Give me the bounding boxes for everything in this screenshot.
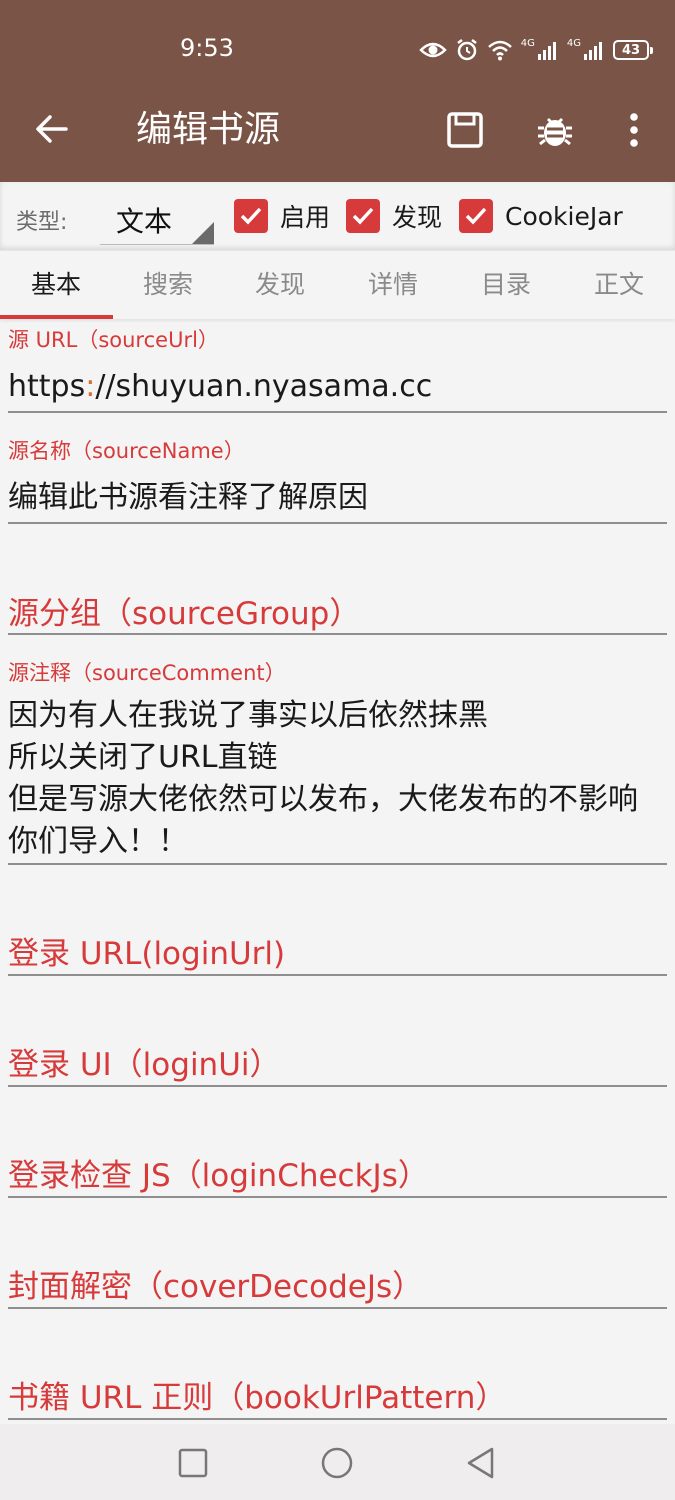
checkbox-explore[interactable]: 发现: [346, 198, 442, 234]
source-group-field[interactable]: 源分组（sourceGroup）: [8, 540, 667, 636]
login-ui-underline: [8, 1085, 667, 1087]
dropdown-arrow-icon: [192, 222, 214, 244]
save-icon[interactable]: [445, 110, 485, 150]
page-title: 编辑书源: [136, 109, 281, 150]
status-icons: 4G 4G 43: [418, 36, 653, 64]
source-url-field[interactable]: 源 URL（sourceUrl） https://shuyuan.nyasama…: [8, 318, 667, 414]
source-url-scheme: https: [8, 369, 86, 404]
checkbox-enabled-label: 启用: [280, 203, 331, 232]
book-url-pattern-underline: [8, 1418, 667, 1420]
login-check-js-field[interactable]: 登录检查 JS（loginCheckJs）: [8, 1100, 667, 1198]
source-url-host: //shuyuan.nyasama.cc: [95, 369, 433, 404]
back-triangle-icon[interactable]: [464, 1446, 498, 1480]
checkbox-checked-icon: [346, 199, 380, 233]
login-check-js-label: 登录检查 JS（loginCheckJs）: [8, 1158, 429, 1194]
source-comment-underline: [8, 863, 667, 865]
tab-basic[interactable]: 基本: [0, 251, 112, 319]
book-url-pattern-field[interactable]: 书籍 URL 正则（bookUrlPattern）: [8, 1322, 667, 1422]
tab-explore[interactable]: 发现: [224, 251, 336, 319]
source-group-underline: [8, 633, 667, 635]
login-ui-label: 登录 UI（loginUi）: [8, 1047, 281, 1083]
login-url-field[interactable]: 登录 URL(loginUrl): [8, 878, 667, 976]
source-url-colon: :: [85, 369, 96, 404]
recents-square-icon[interactable]: [176, 1446, 210, 1480]
source-url-label: 源 URL（sourceUrl）: [8, 328, 219, 352]
type-row: 类型: 文本 启用 发现 CookieJar: [0, 182, 675, 250]
login-url-label: 登录 URL(loginUrl): [8, 936, 286, 972]
alarm-icon: [457, 39, 477, 61]
type-dropdown[interactable]: 文本: [100, 196, 214, 245]
signal-icon-1: [537, 42, 556, 60]
login-url-underline: [8, 974, 667, 976]
checkbox-enabled[interactable]: 启用: [234, 198, 330, 234]
form-content: 源 URL（sourceUrl） https://shuyuan.nyasama…: [0, 318, 675, 1424]
checkbox-cookiejar[interactable]: CookieJar: [459, 198, 623, 234]
cover-decode-js-underline: [8, 1307, 667, 1309]
bug-icon[interactable]: [535, 110, 575, 150]
tab-search[interactable]: 搜索: [112, 251, 224, 319]
signal-icon-2: [584, 42, 602, 60]
source-name-field[interactable]: 源名称（sourceName） 编辑此书源看注释了解原因: [8, 429, 667, 525]
battery-level: 43: [621, 42, 641, 58]
login-ui-field[interactable]: 登录 UI（loginUi）: [8, 989, 667, 1087]
home-circle-icon[interactable]: [320, 1446, 354, 1480]
network-type-1: 4G: [520, 38, 535, 49]
more-vert-icon[interactable]: [614, 110, 654, 150]
source-name-value[interactable]: 编辑此书源看注释了解原因: [8, 477, 368, 519]
app-screen: 9:53 4G 4G 43 编辑书源 类型: 文本 启用 发现 CookieJa…: [0, 0, 675, 1500]
back-arrow-icon[interactable]: [34, 111, 70, 147]
cover-decode-js-field[interactable]: 封面解密（coverDecodeJs）: [8, 1211, 667, 1309]
book-url-pattern-label: 书籍 URL 正则（bookUrlPattern）: [8, 1380, 507, 1416]
status-bar: 9:53 4G 4G 43: [0, 0, 675, 100]
cover-decode-js-label: 封面解密（coverDecodeJs）: [8, 1269, 424, 1305]
source-group-label: 源分组（sourceGroup）: [8, 596, 361, 632]
checkbox-checked-icon: [459, 199, 493, 233]
source-url-value[interactable]: https://shuyuan.nyasama.cc: [8, 366, 432, 408]
source-name-label: 源名称（sourceName）: [8, 439, 245, 463]
network-type-2: 4G: [566, 38, 581, 49]
tab-content[interactable]: 正文: [563, 251, 675, 319]
checkbox-checked-icon: [234, 199, 268, 233]
checkbox-explore-label: 发现: [392, 203, 443, 232]
eye-icon: [418, 42, 447, 58]
battery-icon: 43: [613, 40, 653, 60]
source-comment-value[interactable]: 因为有人在我说了事实以后依然抹黑 所以关闭了URL直链 但是写源大佬依然可以发布…: [8, 695, 653, 863]
status-time: 9:53: [180, 34, 234, 62]
toolbar: 编辑书源: [0, 100, 675, 182]
tab-detail[interactable]: 详情: [337, 251, 449, 319]
source-comment-label: 源注释（sourceComment）: [8, 661, 286, 685]
wifi-icon: [487, 40, 512, 61]
app-header: 9:53 4G 4G 43 编辑书源: [0, 0, 675, 182]
type-label: 类型:: [16, 210, 68, 235]
system-nav-bar: [0, 1424, 675, 1500]
type-selected-value: 文本: [116, 205, 173, 238]
tab-toc[interactable]: 目录: [450, 251, 562, 319]
source-comment-field[interactable]: 源注释（sourceComment） 因为有人在我说了事实以后依然抹黑 所以关闭…: [8, 651, 667, 865]
source-name-underline: [8, 522, 667, 524]
tab-bar: 基本 搜索 发现 详情 目录 正文: [0, 250, 675, 319]
checkbox-cookiejar-label: CookieJar: [505, 201, 623, 231]
login-check-js-underline: [8, 1196, 667, 1198]
source-url-underline: [8, 411, 667, 413]
